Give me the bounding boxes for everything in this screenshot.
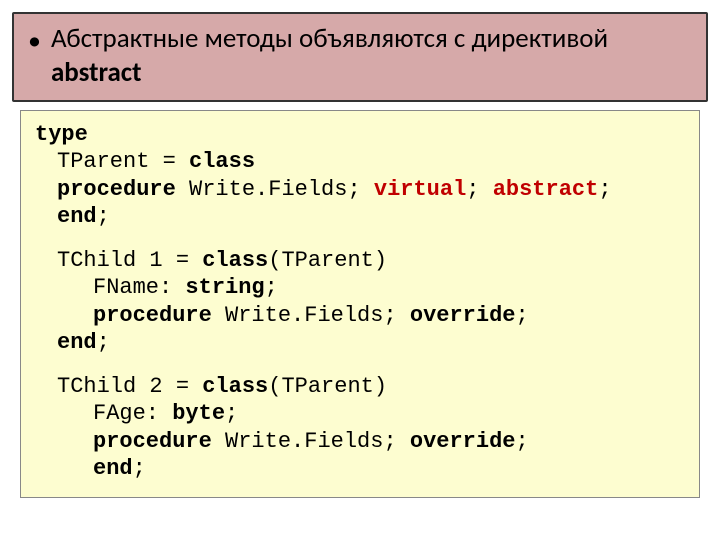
code-text: TChild 2 = — [57, 374, 202, 399]
kw-override: override — [410, 429, 516, 454]
kw-type: type — [35, 122, 88, 147]
kw-class: class — [189, 149, 255, 174]
kw-virtual: virtual — [374, 177, 466, 202]
code-text: TParent = — [57, 149, 189, 174]
code-text: ; — [225, 401, 238, 426]
code-text: ; — [516, 429, 529, 454]
code-line: procedure Write.Fields; override; — [35, 428, 685, 456]
code-line: procedure Write.Fields; virtual; abstrac… — [35, 176, 685, 204]
code-line: FName: string; — [35, 274, 685, 302]
code-text: FAge: — [93, 401, 172, 426]
bullet-icon: • — [28, 26, 41, 55]
heading-bold: abstract — [51, 56, 142, 89]
kw-string: string — [185, 275, 264, 300]
code-text: ; — [466, 177, 492, 202]
code-text: Write.Fields; — [176, 177, 374, 202]
code-text: ; — [97, 204, 110, 229]
code-box: type TParent = class procedure Write.Fie… — [20, 110, 700, 498]
code-text: Write.Fields; — [212, 429, 410, 454]
kw-end: end — [57, 204, 97, 229]
code-text: ; — [133, 456, 146, 481]
code-line: TParent = class — [35, 148, 685, 176]
kw-procedure: procedure — [93, 429, 212, 454]
code-block-1: type TParent = class procedure Write.Fie… — [35, 121, 685, 231]
code-line: end; — [35, 329, 685, 357]
code-text: ; — [516, 303, 529, 328]
kw-abstract: abstract — [493, 177, 599, 202]
code-text: TChild 1 = — [57, 248, 202, 273]
code-block-2: TChild 1 = class(TParent) FName: string;… — [35, 247, 685, 357]
code-text: (TParent) — [268, 248, 387, 273]
heading-row: • Абстрактные методы объявляются с дирек… — [28, 22, 692, 90]
code-text: (TParent) — [268, 374, 387, 399]
code-text: ; — [598, 177, 611, 202]
code-line: end; — [35, 203, 685, 231]
kw-end: end — [57, 330, 97, 355]
code-line: type — [35, 121, 685, 149]
code-line: TChild 2 = class(TParent) — [35, 373, 685, 401]
kw-byte: byte — [172, 401, 225, 426]
kw-end: end — [93, 456, 133, 481]
code-line: procedure Write.Fields; override; — [35, 302, 685, 330]
code-line: TChild 1 = class(TParent) — [35, 247, 685, 275]
heading-text: Абстрактные методы объявляются с директи… — [51, 22, 692, 90]
kw-procedure: procedure — [57, 177, 176, 202]
kw-procedure: procedure — [93, 303, 212, 328]
heading-box: • Абстрактные методы объявляются с дирек… — [12, 12, 708, 102]
code-block-3: TChild 2 = class(TParent) FAge: byte; pr… — [35, 373, 685, 483]
code-text: FName: — [93, 275, 185, 300]
code-text: ; — [265, 275, 278, 300]
code-line: end; — [35, 455, 685, 483]
code-text: ; — [97, 330, 110, 355]
kw-override: override — [410, 303, 516, 328]
heading-plain: Абстрактные методы объявляются с директи… — [51, 22, 608, 55]
code-text: Write.Fields; — [212, 303, 410, 328]
code-line: FAge: byte; — [35, 400, 685, 428]
kw-class: class — [202, 374, 268, 399]
kw-class: class — [202, 248, 268, 273]
